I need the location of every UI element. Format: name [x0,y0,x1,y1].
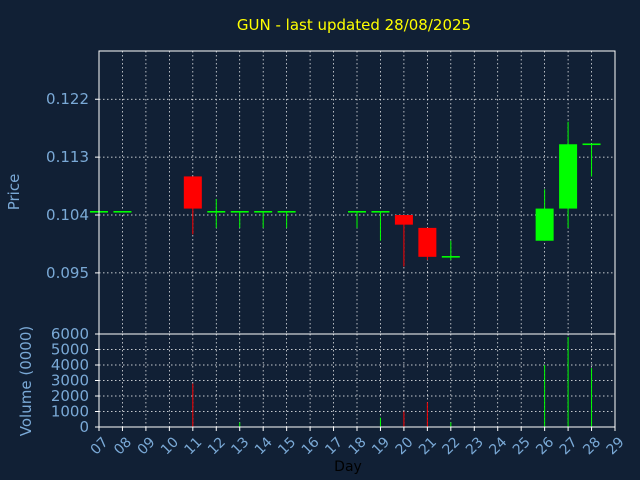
candle-body [254,210,273,213]
candle-body [183,176,202,209]
candle-body [207,210,226,213]
candle-body [441,256,460,258]
volume-tick-label: 4000 [51,356,89,374]
candle-body [582,143,601,146]
volume-axis-label: Volume (0000) [17,326,35,436]
candle-body [371,210,390,213]
volume-tick-label: 5000 [51,341,89,359]
price-tick-label: 0.095 [46,264,89,282]
candlestick-chart: GUN - last updated 28/08/2025 0.095 0.104… [0,0,640,480]
price-tick-label: 0.104 [46,206,89,224]
volume-tick-label: 3000 [51,372,89,390]
candle-body [535,208,554,241]
candle-21 [418,227,437,261]
volume-tick-label: 6000 [51,325,89,343]
x-axis-label: Day [334,459,362,475]
candle-body [394,215,413,225]
candle-body [277,210,296,213]
candle-body [418,227,437,257]
volume-tick-label: 1000 [51,403,89,421]
candle-08 [113,210,132,213]
chart-title: GUN - last updated 28/08/2025 [237,16,471,34]
volume-tick-label: 2000 [51,387,89,405]
candle-body [348,210,366,213]
candle-body [559,144,578,209]
price-tick-label: 0.122 [46,90,89,108]
candle-body [230,210,249,213]
candle-body [113,210,132,213]
price-axis-label: Price [5,174,23,211]
price-tick-label: 0.113 [46,148,89,166]
volume-tick-label: 0 [79,418,89,436]
